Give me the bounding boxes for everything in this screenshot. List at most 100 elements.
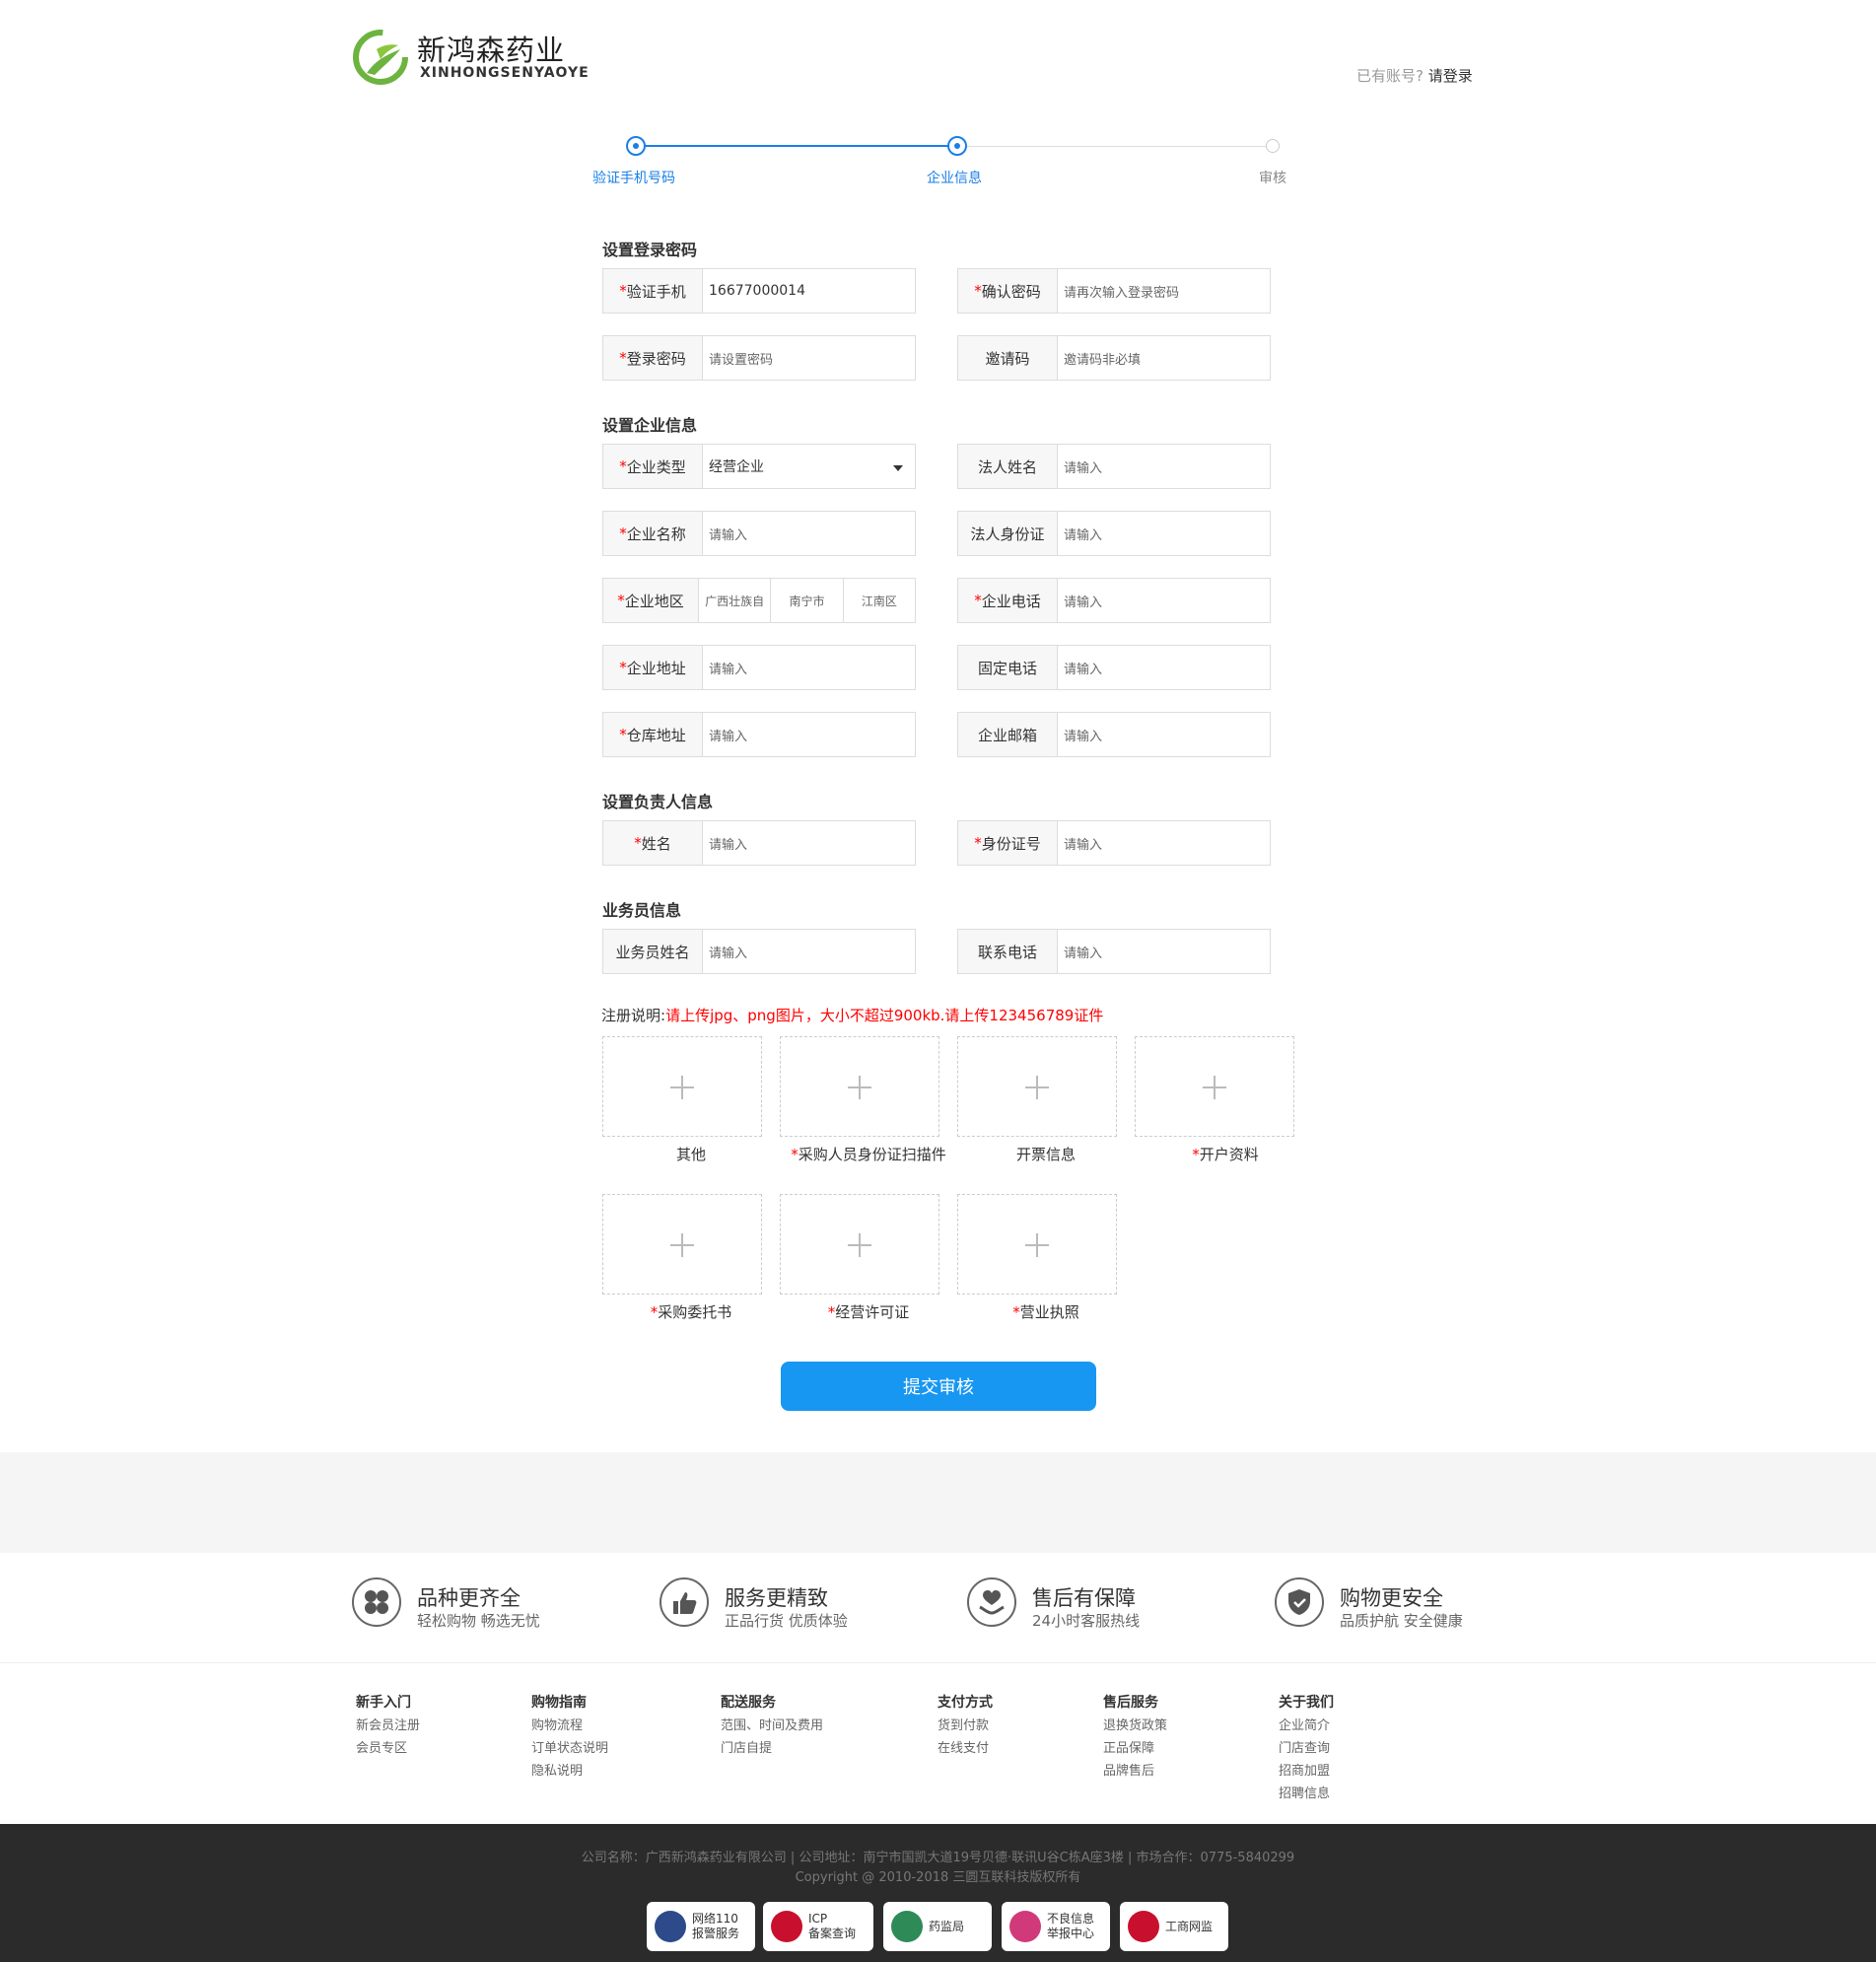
footer-divider: [0, 1662, 1876, 1663]
footer-link[interactable]: 隐私说明: [531, 1760, 583, 1779]
city-select[interactable]: 南宁市: [771, 579, 844, 622]
owner-id-field[interactable]: * 身份证号 请输入: [957, 820, 1271, 866]
phone-field[interactable]: * 验证手机 16677000014: [602, 268, 916, 314]
district-select[interactable]: 江南区: [844, 579, 915, 622]
sfda-icon: [891, 1911, 923, 1942]
badge-report[interactable]: 不良信息 举报中心: [1002, 1902, 1110, 1951]
company-address-input[interactable]: 请输入: [703, 646, 915, 689]
owner-id-input[interactable]: 请输入: [1058, 821, 1270, 865]
phone-label: * 验证手机: [603, 269, 703, 313]
footer-link[interactable]: 招商加盟: [1279, 1760, 1330, 1779]
upload-label: *采购委托书: [650, 1303, 732, 1321]
legal-id-field[interactable]: 法人身份证 请输入: [957, 511, 1271, 556]
footer-col-title: 关于我们: [1279, 1695, 1334, 1711]
company-type-field[interactable]: * 企业类型 经营企业: [602, 444, 916, 489]
note-label: 注册说明:: [601, 1007, 666, 1024]
upload-other[interactable]: [602, 1036, 762, 1137]
upload-label: *开户资料: [1192, 1146, 1259, 1163]
footer-link[interactable]: 企业简介: [1279, 1715, 1330, 1733]
badge-text: 工商网监: [1165, 1919, 1214, 1933]
badge-police[interactable]: 网络110 报警服务: [647, 1902, 755, 1951]
upload-account-docs[interactable]: [1135, 1036, 1294, 1137]
step-3-label: 审核: [1259, 171, 1286, 186]
company-type-label: * 企业类型: [603, 445, 703, 488]
landline-input[interactable]: 请输入: [1058, 646, 1270, 689]
company-type-select[interactable]: 经营企业: [703, 445, 915, 488]
salesman-phone-field[interactable]: 联系电话 请输入: [957, 929, 1271, 974]
region-field[interactable]: * 企业地区 广西壮族自 南宁市 江南区: [602, 578, 916, 623]
footer-link[interactable]: 门店自提: [721, 1737, 772, 1756]
footer-link[interactable]: 会员专区: [356, 1737, 407, 1756]
feature-sub: 品质护航 安全健康: [1340, 1612, 1463, 1630]
company-address-label: * 企业地址: [603, 646, 703, 689]
province-select[interactable]: 广西壮族自: [699, 579, 772, 622]
step-1-dot: [626, 136, 646, 156]
company-phone-field[interactable]: * 企业电话 请输入: [957, 578, 1271, 623]
landline-field[interactable]: 固定电话 请输入: [957, 645, 1271, 690]
warehouse-address-field[interactable]: * 仓库地址 请输入: [602, 712, 916, 757]
upload-invoice-info[interactable]: [957, 1036, 1117, 1137]
submit-button[interactable]: 提交审核: [781, 1362, 1096, 1411]
footer-link[interactable]: 正品保障: [1103, 1737, 1154, 1756]
invite-code-field[interactable]: 邀请码 邀请码非必填: [957, 335, 1271, 381]
footer-link[interactable]: 货到付款: [938, 1715, 989, 1733]
login-prompt: 已有账号?: [1356, 67, 1424, 85]
badge-icp[interactable]: ICP 备案查询: [763, 1902, 873, 1951]
feature-title: 售后有保障: [1032, 1586, 1136, 1610]
logo-subtext: XINHONGSENYAOYE: [420, 65, 590, 81]
upload-label: 开票信息: [1015, 1146, 1076, 1163]
footer-link[interactable]: 招聘信息: [1279, 1783, 1330, 1801]
badge-aic[interactable]: 工商网监: [1120, 1902, 1228, 1951]
badge-text: ICP 备案查询: [808, 1912, 857, 1940]
owner-name-field[interactable]: * 姓名 请输入: [602, 820, 916, 866]
confirm-password-field[interactable]: * 确认密码 请再次输入登录密码: [957, 268, 1271, 314]
chevron-down-icon: [893, 465, 903, 471]
feature-sub: 24小时客服热线: [1032, 1612, 1141, 1630]
company-address-field[interactable]: * 企业地址 请输入: [602, 645, 916, 690]
salesman-phone-input[interactable]: 请输入: [1058, 930, 1270, 973]
owner-name-label: * 姓名: [603, 821, 703, 865]
upload-buyer-id[interactable]: [780, 1036, 939, 1137]
legal-id-input[interactable]: 请输入: [1058, 512, 1270, 555]
badge-sfda[interactable]: 药监局: [883, 1902, 992, 1951]
footer-link[interactable]: 购物流程: [531, 1715, 583, 1733]
upload-business-license[interactable]: [957, 1194, 1117, 1295]
company-phone-input[interactable]: 请输入: [1058, 579, 1270, 622]
warehouse-address-input[interactable]: 请输入: [703, 713, 915, 756]
confirm-password-input[interactable]: 请再次输入登录密码: [1058, 269, 1270, 313]
invite-code-label: 邀请码: [958, 336, 1058, 380]
footer-link[interactable]: 范围、时间及费用: [721, 1715, 823, 1733]
step-line-todo: [957, 146, 1273, 147]
emblem-icon: [771, 1911, 802, 1942]
footer-link[interactable]: 新会员注册: [356, 1715, 420, 1733]
upload-business-permit[interactable]: [780, 1194, 939, 1295]
salesman-name-input[interactable]: 请输入: [703, 930, 915, 973]
police-icon: [655, 1911, 686, 1942]
company-name-input[interactable]: 请输入: [703, 512, 915, 555]
password-field[interactable]: * 登录密码 请设置密码: [602, 335, 916, 381]
salesman-name-field[interactable]: 业务员姓名 请输入: [602, 929, 916, 974]
section-salesman-title: 业务员信息: [602, 901, 682, 920]
footer-link[interactable]: 在线支付: [938, 1737, 989, 1756]
footer-link[interactable]: 门店查询: [1279, 1737, 1330, 1756]
upload-label: *营业执照: [1012, 1303, 1079, 1321]
login-link[interactable]: 请登录: [1428, 67, 1473, 85]
upload-label: 其他: [675, 1146, 706, 1163]
legal-name-field[interactable]: 法人姓名 请输入: [957, 444, 1271, 489]
footer-link[interactable]: 订单状态说明: [531, 1737, 608, 1756]
upload-purchase-authorization[interactable]: [602, 1194, 762, 1295]
invite-code-input[interactable]: 邀请码非必填: [1058, 336, 1270, 380]
company-email-input[interactable]: 请输入: [1058, 713, 1270, 756]
feature-title: 品种更齐全: [417, 1586, 521, 1610]
legal-name-input[interactable]: 请输入: [1058, 445, 1270, 488]
upload-label: *采购人员身份证扫描件: [791, 1146, 946, 1163]
footer-link[interactable]: 退换货政策: [1103, 1715, 1167, 1733]
feature-sub: 正品行货 优质体验: [725, 1612, 848, 1630]
company-name-label: * 企业名称: [603, 512, 703, 555]
company-email-field[interactable]: 企业邮箱 请输入: [957, 712, 1271, 757]
company-name-field[interactable]: * 企业名称 请输入: [602, 511, 916, 556]
password-input[interactable]: 请设置密码: [703, 336, 915, 380]
footer-link[interactable]: 品牌售后: [1103, 1760, 1154, 1779]
owner-name-input[interactable]: 请输入: [703, 821, 915, 865]
phone-value[interactable]: 16677000014: [703, 269, 915, 313]
